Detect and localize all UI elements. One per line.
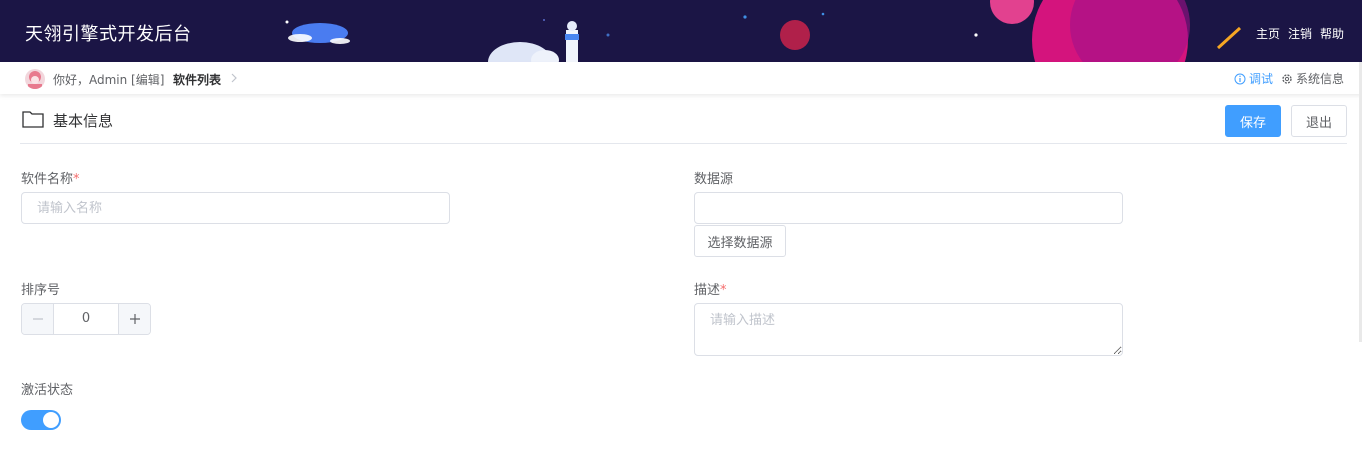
top-nav: 主页 注销 帮助 <box>1256 25 1344 42</box>
section-title: 基本信息 <box>53 112 114 130</box>
description-label: 描述* <box>694 279 727 298</box>
info-icon <box>1234 73 1246 84</box>
order-stepper: 0 <box>21 303 151 335</box>
star <box>543 19 545 21</box>
nav-logout-link[interactable]: 注销 <box>1288 25 1312 42</box>
star <box>285 20 289 24</box>
increment-button[interactable] <box>118 304 150 334</box>
system-info-button[interactable]: 系统信息 <box>1281 70 1344 87</box>
required-mark: * <box>720 283 727 298</box>
tower-band <box>565 34 579 40</box>
name-label-text: 软件名称 <box>21 172 74 187</box>
star <box>743 15 747 19</box>
required-mark: * <box>73 172 80 187</box>
active-label: 激活状态 <box>21 383 74 398</box>
breadcrumb-bar: 你好，Admin [编辑] 软件列表 调试 系统信息 <box>0 62 1362 94</box>
plus-icon <box>129 314 140 324</box>
star <box>821 12 825 16</box>
description-label-text: 描述 <box>694 283 721 298</box>
minus-icon <box>32 318 43 320</box>
gear-icon <box>1282 73 1292 84</box>
description-textarea[interactable] <box>694 303 1123 356</box>
tower-top <box>567 21 577 31</box>
nav-home-link[interactable]: 主页 <box>1256 25 1280 42</box>
right-tools: 调试 系统信息 <box>1234 70 1344 87</box>
user-greeting[interactable]: 你好，Admin [编辑] <box>53 71 164 88</box>
datasource-label: 数据源 <box>694 172 734 187</box>
decrement-button[interactable] <box>22 304 54 334</box>
large-planet-ring <box>1070 0 1190 62</box>
top-banner: 天翎引擎式开发后台 主页 注销 帮助 <box>0 0 1362 62</box>
app-title: 天翎引擎式开发后台 <box>25 24 192 45</box>
comet <box>1216 26 1242 50</box>
star <box>974 33 978 37</box>
name-input[interactable] <box>21 192 450 224</box>
avatar-icon <box>28 71 42 89</box>
exit-button[interactable]: 退出 <box>1291 105 1347 137</box>
debug-label: 调试 <box>1248 72 1273 86</box>
folder-icon <box>22 111 44 128</box>
breadcrumb[interactable]: 软件列表 <box>173 71 221 88</box>
name-label: 软件名称* <box>21 168 80 187</box>
debug-button[interactable]: 调试 <box>1234 70 1273 87</box>
avatar[interactable] <box>25 69 45 89</box>
datasource-input[interactable] <box>694 192 1123 224</box>
active-toggle[interactable] <box>21 410 61 430</box>
select-datasource-button[interactable]: 选择数据源 <box>694 225 786 257</box>
save-button[interactable]: 保存 <box>1225 105 1281 137</box>
chevron-right-icon <box>231 73 237 83</box>
system-info-label: 系统信息 <box>1295 72 1344 86</box>
star <box>606 33 610 37</box>
order-value[interactable]: 0 <box>54 304 118 334</box>
section-header: 基本信息 保存 退出 <box>20 100 1347 144</box>
order-label: 排序号 <box>21 283 61 298</box>
space-illustration <box>285 0 1242 62</box>
blimp-cloud <box>288 34 312 42</box>
blimp-cloud <box>330 38 350 44</box>
nav-help-link[interactable]: 帮助 <box>1320 25 1344 42</box>
small-planet <box>780 20 810 50</box>
toggle-knob <box>43 412 59 428</box>
top-planet <box>990 0 1034 24</box>
